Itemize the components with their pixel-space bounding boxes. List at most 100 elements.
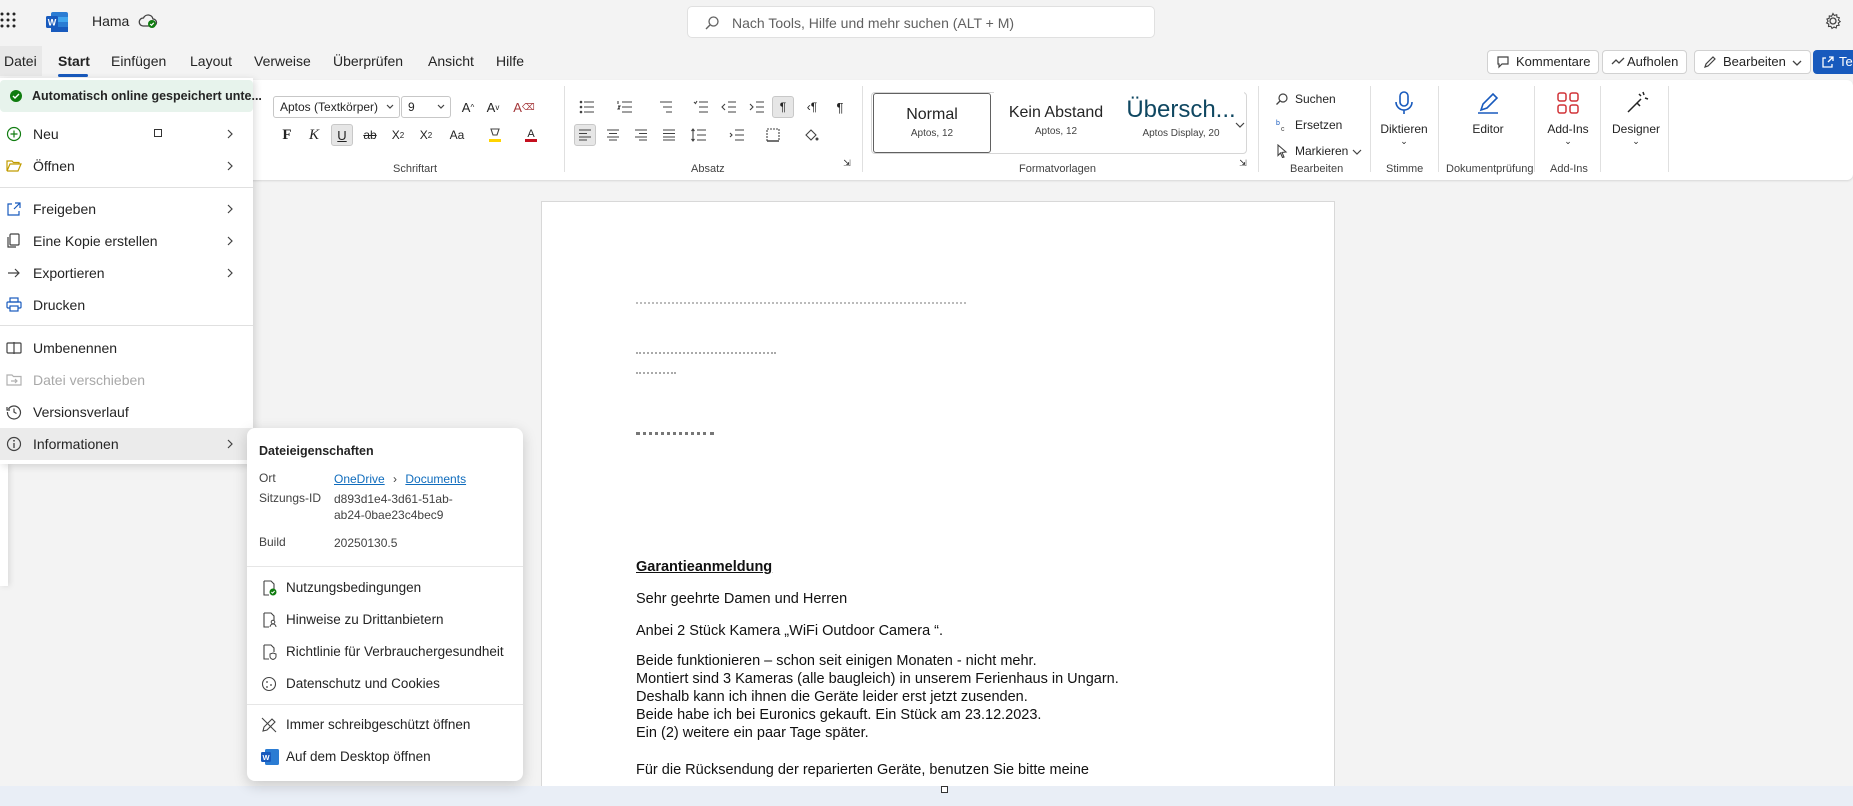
bullets-icon[interactable] [576,96,598,118]
addins-button[interactable]: Add-Ins ⌄ [1542,90,1594,147]
comments-button[interactable]: Kommentare [1487,50,1600,74]
italic-button[interactable]: K [303,124,325,146]
tab-einfuegen[interactable]: Einfügen [111,53,166,69]
privacy-cookies-link[interactable]: Datenschutz und Cookies [247,669,523,699]
menu-item-neu[interactable]: Neu [0,118,253,150]
cloud-saved-icon[interactable] [138,12,158,30]
justify-icon[interactable] [658,124,680,146]
tab-start[interactable]: Start [58,53,90,69]
borders-icon[interactable] [762,124,784,146]
catch-up-label: Aufholen [1627,54,1679,69]
menu-item-umbenennen[interactable]: Umbenennen [0,332,253,364]
font-size-select[interactable]: 9 [401,96,451,118]
underline-button[interactable]: U [331,124,353,146]
numbering-icon[interactable] [614,96,636,118]
multilevel-list-icon[interactable] [654,96,676,118]
document-person-icon [263,612,277,628]
tab-layout[interactable]: Layout [190,53,232,69]
align-center-icon[interactable] [602,124,624,146]
select-label: Markieren [1295,144,1349,158]
paragraph-spacing-icon[interactable] [726,124,748,146]
document-line: Ein (2) weitere ein paar Tage später. [636,725,869,741]
decrease-indent-icon[interactable] [718,96,740,118]
menu-item-exportieren[interactable]: Exportieren [0,257,253,289]
terms-of-use-link[interactable]: Nutzungsbedingungen [247,573,523,603]
pencil-off-icon [261,717,277,733]
menu-item-kopie-erstellen[interactable]: Eine Kopie erstellen [0,225,253,257]
change-case-icon[interactable]: Aa [446,124,468,146]
dictate-button[interactable]: Diktieren ⌄ [1378,90,1430,147]
menu-item-drucken[interactable]: Drucken [0,289,253,321]
build-value: 20250130.5 [334,536,398,550]
group-label-formatvorlagen: Formatvorlagen [1019,163,1097,175]
chevron-down-icon: ⌄ [1400,136,1408,146]
bold-button[interactable]: F [276,124,298,146]
grow-font-icon[interactable]: A ^ [457,96,479,118]
settings-gear-icon[interactable] [1824,12,1842,30]
word-logo-icon[interactable]: W [46,12,68,32]
menu-item-freigeben[interactable]: Freigeben [0,193,253,225]
panel-separator [247,566,523,567]
resize-handle[interactable] [941,786,948,793]
clear-formatting-icon[interactable]: A ⌫ [513,96,535,118]
document-page[interactable]: Garantieanmeldung Sehr geehrte Damen und… [541,201,1335,806]
checklist-icon[interactable] [690,96,712,118]
styles-more-chevron-icon[interactable] [1233,114,1247,136]
editor-button[interactable]: Editor [1460,90,1516,136]
menu-item-informationen[interactable]: Informationen [0,428,253,460]
tab-verweise[interactable]: Verweise [254,53,311,69]
addins-grid-icon [1557,92,1579,114]
open-in-desktop-link[interactable]: W Auf dem Desktop öffnen [247,742,523,772]
location-link-documents[interactable]: Documents [405,472,466,486]
share-button[interactable]: Te [1813,50,1853,74]
cookie-icon [261,676,277,692]
document-title[interactable]: Hama [92,13,129,29]
style-ueberschrift[interactable]: Übersch... Aptos Display, 20 [1118,92,1244,152]
cloud-check-icon [10,90,22,102]
arrow-right-icon [8,268,20,278]
tab-ueberpruefen[interactable]: Überprüfen [333,53,403,69]
show-formatting-marks-icon[interactable]: ¶ [772,96,794,118]
consumer-health-policy-link[interactable]: Richtlinie für Verbrauchergesundheit [247,637,523,667]
pilcrow-icon[interactable]: ¶ [829,96,851,118]
designer-button[interactable]: Designer ⌄ [1606,90,1666,147]
tab-ansicht[interactable]: Ansicht [428,53,474,69]
autosave-banner[interactable]: Automatisch online gespeichert unte... [0,80,262,112]
document-shield-icon [263,644,277,660]
shading-icon[interactable] [800,124,822,146]
ribbon-tabs: Datei Start Einfügen Layout Verweise Übe… [0,44,1853,78]
build-label: Build [259,535,286,549]
catch-up-button[interactable]: Aufholen [1602,50,1688,74]
rtl-direction-icon[interactable]: ‹¶ [801,96,823,118]
third-party-notices-link[interactable]: Hinweise zu Drittanbietern [247,605,523,635]
styles-dialog-launcher-icon[interactable]: ⇲ [1236,156,1250,170]
always-open-read-only-link[interactable]: Immer schreibgeschützt öffnen [247,710,523,740]
shrink-font-icon[interactable]: Av [482,96,504,118]
align-right-icon[interactable] [630,124,652,146]
subscript-icon[interactable]: X2 [387,124,409,146]
select-button[interactable]: Markieren [1275,144,1362,158]
replace-button[interactable]: bc Ersetzen [1275,118,1342,132]
editing-mode-button[interactable]: Bearbeiten [1694,50,1811,74]
editor-pen-icon [1478,92,1499,114]
app-launcher-icon[interactable] [0,12,20,32]
tab-datei[interactable]: Datei [4,53,37,69]
search-box[interactable]: Nach Tools, Hilfe und mehr suchen (ALT +… [687,6,1155,38]
paragraph-dialog-launcher-icon[interactable]: ⇲ [840,156,854,170]
font-color-icon[interactable]: A [520,124,542,146]
superscript-icon[interactable]: X2 [415,124,437,146]
increase-indent-icon[interactable] [746,96,768,118]
line-spacing-icon[interactable] [688,124,710,146]
menu-item-versionsverlauf[interactable]: Versionsverlauf [0,396,253,428]
find-button[interactable]: Suchen [1275,92,1336,106]
style-kein-abstand[interactable]: Kein Abstand Aptos, 12 [994,92,1118,152]
strikethrough-icon[interactable]: ab [359,124,381,146]
align-left-icon[interactable] [574,124,596,146]
highlight-color-icon[interactable] [484,124,506,146]
tab-hilfe[interactable]: Hilfe [496,53,524,69]
location-link-onedrive[interactable]: OneDrive [334,472,385,486]
menu-item-oeffnen[interactable]: Öffnen [0,150,253,182]
font-name-select[interactable]: Aptos (Textkörper) [273,96,400,118]
document-line: Für die Rücksendung der reparierten Gerä… [636,762,1089,778]
style-normal[interactable]: Normal Aptos, 12 [873,93,991,153]
